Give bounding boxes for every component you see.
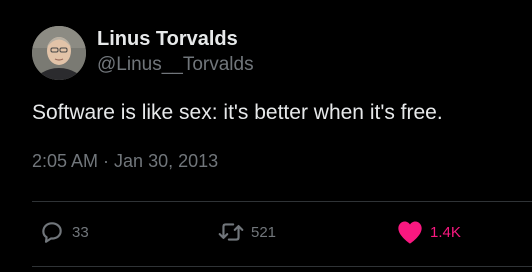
tweet-date: Jan 30, 2013 <box>114 151 219 171</box>
heart-filled-icon <box>396 218 424 246</box>
divider <box>32 201 532 202</box>
tweet-time: 2:05 AM <box>32 151 99 171</box>
meta-separator: · <box>103 151 110 171</box>
tweet-card: Linus Torvalds @Linus__Torvalds Software… <box>0 0 532 272</box>
tweet-timestamp[interactable]: 2:05 AM · Jan 30, 2013 <box>32 151 218 172</box>
retweet-count: 521 <box>251 223 277 241</box>
retweet-button[interactable]: 521 <box>217 218 276 246</box>
author-name[interactable]: Linus Torvalds <box>97 28 238 51</box>
avatar[interactable] <box>32 26 86 80</box>
retweet-arrows-icon <box>217 218 245 246</box>
author-handle[interactable]: @Linus__Torvalds <box>97 54 254 76</box>
like-button[interactable]: 1.4K <box>396 218 461 246</box>
reply-button[interactable]: 33 <box>38 218 89 246</box>
reply-count: 33 <box>72 223 89 241</box>
speech-bubble-icon <box>38 218 66 246</box>
like-count: 1.4K <box>430 223 461 241</box>
divider-bottom <box>32 266 532 267</box>
tweet-text: Software is like sex: it's better when i… <box>32 101 443 124</box>
